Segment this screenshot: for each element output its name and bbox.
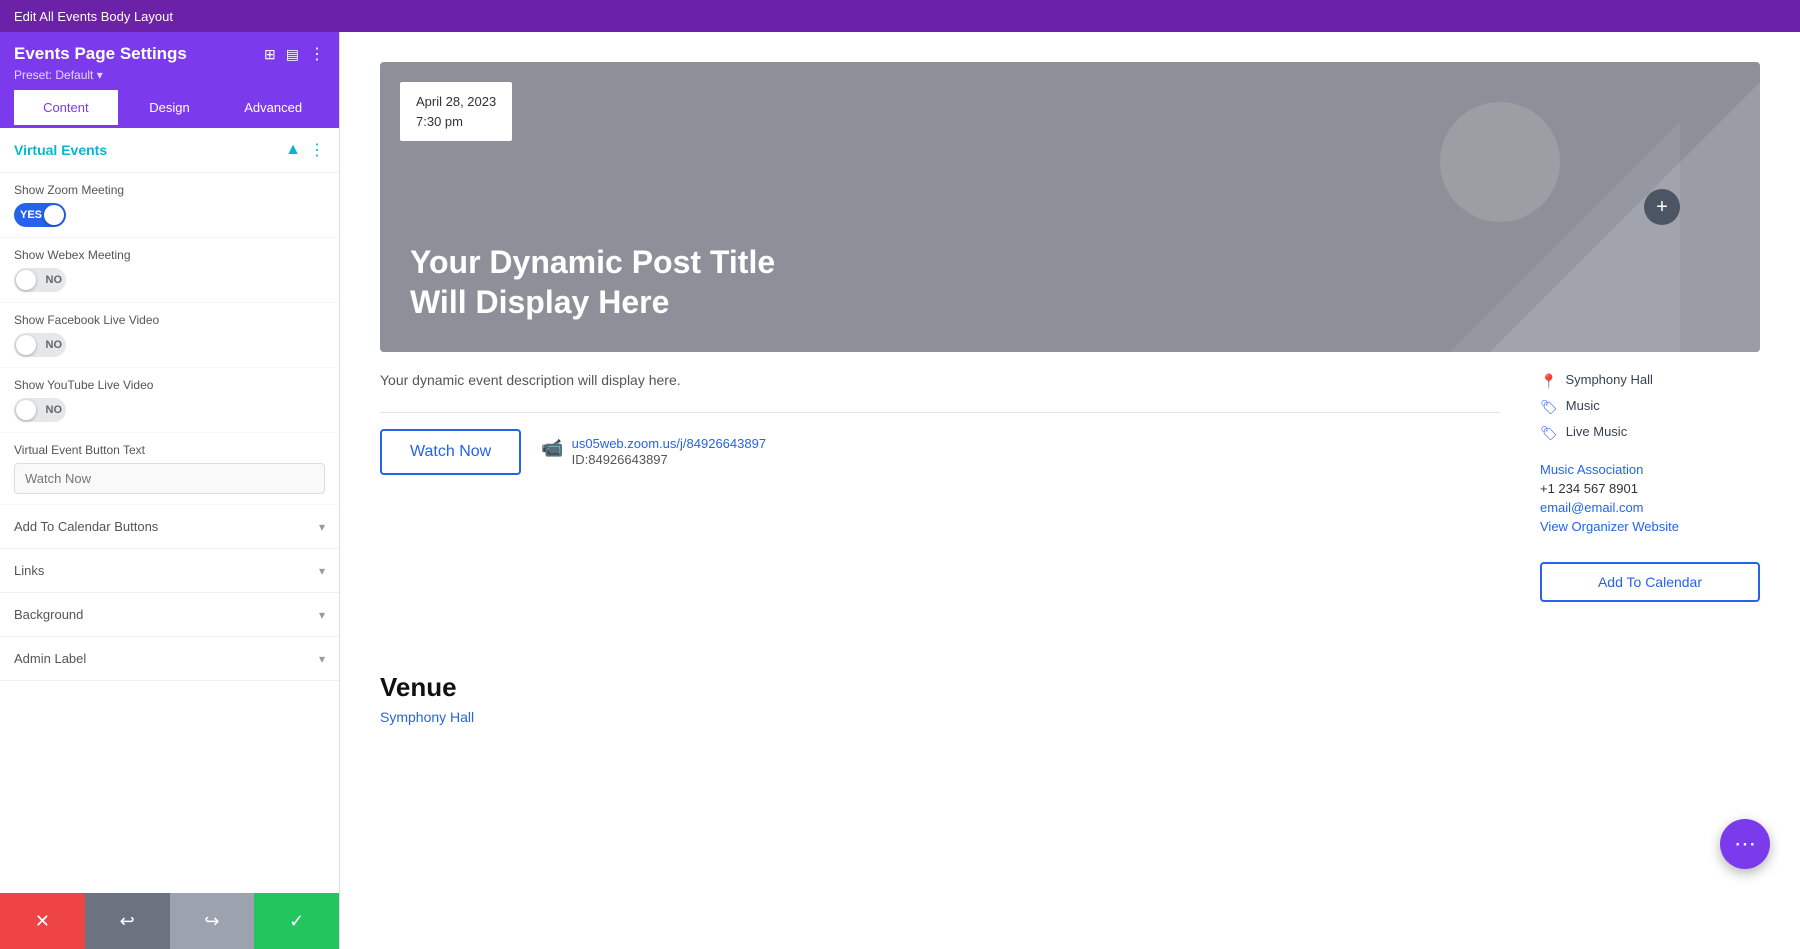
tab-design[interactable]: Design <box>118 90 222 128</box>
chevron-down-icon: ▾ <box>319 520 325 534</box>
virtual-events-title: Virtual Events <box>14 142 107 158</box>
venue-name: Symphony Hall <box>1565 372 1652 387</box>
banner-date-box: April 28, 2023 7:30 pm <box>400 82 512 141</box>
watch-now-button[interactable]: Watch Now <box>380 429 521 475</box>
collapse-icon[interactable]: ▲ <box>285 141 301 159</box>
top-bar-title: Edit All Events Body Layout <box>14 9 173 24</box>
top-bar: Edit All Events Body Layout <box>0 0 1800 32</box>
chevron-down-icon-links: ▾ <box>319 564 325 578</box>
tag-icon-live-music: 🏷 <box>1540 425 1558 442</box>
section-title-actions: ▲ ⋮ <box>285 140 325 160</box>
banner-plus-button[interactable]: + <box>1644 189 1680 225</box>
admin-label: Admin Label <box>14 651 86 666</box>
tag-icon-music: 🏷 <box>1540 399 1558 416</box>
section-more-icon[interactable]: ⋮ <box>309 140 325 160</box>
show-youtube-field: Show YouTube Live Video NO <box>0 368 339 433</box>
virtual-events-section-header: Virtual Events ▲ ⋮ <box>0 128 339 173</box>
venue-section-title: Venue <box>380 672 1760 703</box>
background-label: Background <box>14 607 83 622</box>
banner-triangle-2 <box>1280 122 1680 352</box>
event-main: Your dynamic event description will disp… <box>380 372 1500 602</box>
event-body: Your dynamic event description will disp… <box>380 372 1760 602</box>
content-area: April 28, 2023 7:30 pm Your Dynamic Post… <box>340 32 1800 949</box>
event-banner: April 28, 2023 7:30 pm Your Dynamic Post… <box>380 62 1760 352</box>
sidebar-title-icons: ⊞ ▤ ⋮ <box>264 44 325 64</box>
links-label: Links <box>14 563 44 578</box>
tag-live-music-meta: 🏷 Live Music <box>1540 424 1760 442</box>
zoom-info: 📹 us05web.zoom.us/j/84926643897 ID:84926… <box>541 436 766 469</box>
tab-advanced[interactable]: Advanced <box>221 90 325 128</box>
toggle-knob <box>44 205 64 225</box>
fab-button[interactable]: ⋯ <box>1720 819 1770 869</box>
show-facebook-label: Show Facebook Live Video <box>14 313 325 327</box>
event-sidebar-info: 📍 Symphony Hall 🏷 Music 🏷 Live Music Mus… <box>1540 372 1760 602</box>
banner-title: Your Dynamic Post Title Will Display Her… <box>410 242 810 322</box>
sidebar: Events Page Settings ⊞ ▤ ⋮ Preset: Defau… <box>0 32 340 949</box>
chevron-down-icon-bg: ▾ <box>319 608 325 622</box>
undo-icon: ↩ <box>120 911 135 932</box>
add-to-calendar-button[interactable]: Add To Calendar <box>1540 562 1760 602</box>
organizer-section: Music Association +1 234 567 8901 email@… <box>1540 462 1760 534</box>
tag-music: Music <box>1566 398 1600 413</box>
sidebar-preset[interactable]: Preset: Default ▾ <box>14 68 325 82</box>
venue-link[interactable]: Symphony Hall <box>380 709 474 725</box>
organizer-website-link[interactable]: View Organizer Website <box>1540 519 1760 534</box>
show-youtube-toggle[interactable]: NO <box>14 398 66 422</box>
button-text-label: Virtual Event Button Text <box>14 443 325 457</box>
venue-meta: 📍 Symphony Hall <box>1540 372 1760 390</box>
tag-live-music: Live Music <box>1566 424 1627 439</box>
watch-now-area: Watch Now 📹 us05web.zoom.us/j/8492664389… <box>380 412 1500 475</box>
links-section[interactable]: Links ▾ <box>0 549 339 593</box>
toggle-knob-webex <box>16 270 36 290</box>
sidebar-content: Virtual Events ▲ ⋮ Show Zoom Meeting YES <box>0 128 339 893</box>
button-text-field: Virtual Event Button Text <box>0 433 339 505</box>
zoom-link[interactable]: us05web.zoom.us/j/84926643897 <box>572 436 766 451</box>
show-facebook-toggle[interactable]: NO <box>14 333 66 357</box>
banner-time: 7:30 pm <box>416 112 496 132</box>
show-webex-field: Show Webex Meeting NO <box>0 238 339 303</box>
show-youtube-label: Show YouTube Live Video <box>14 378 325 392</box>
fab-icon: ⋯ <box>1734 831 1756 857</box>
sidebar-tabs: Content Design Advanced <box>14 90 325 128</box>
zoom-id: ID:84926643897 <box>572 452 668 467</box>
location-icon: 📍 <box>1540 373 1557 390</box>
tab-content[interactable]: Content <box>14 90 118 128</box>
show-zoom-field: Show Zoom Meeting YES <box>0 173 339 238</box>
toggle-knob-facebook <box>16 335 36 355</box>
add-to-calendar-section[interactable]: Add To Calendar Buttons ▾ <box>0 505 339 549</box>
organizer-email[interactable]: email@email.com <box>1540 500 1760 515</box>
video-camera-icon: 📹 <box>541 438 563 459</box>
check-icon: ✓ <box>289 911 304 932</box>
undo-button[interactable]: ↩ <box>85 893 170 949</box>
admin-label-section[interactable]: Admin Label ▾ <box>0 637 339 681</box>
organizer-name-link[interactable]: Music Association <box>1540 462 1760 477</box>
chevron-down-icon-admin: ▾ <box>319 652 325 666</box>
background-section[interactable]: Background ▾ <box>0 593 339 637</box>
redo-icon: ↪ <box>204 911 219 932</box>
button-text-input[interactable] <box>14 463 325 494</box>
layout-icon[interactable]: ⊞ <box>264 46 276 63</box>
sidebar-footer: ✕ ↩ ↪ ✓ <box>0 893 339 949</box>
sidebar-title: Events Page Settings <box>14 44 187 64</box>
columns-icon[interactable]: ▤ <box>286 46 299 63</box>
show-zoom-label: Show Zoom Meeting <box>14 183 325 197</box>
venue-section: Venue Symphony Hall <box>380 652 1760 727</box>
redo-button[interactable]: ↪ <box>170 893 255 949</box>
show-zoom-toggle[interactable]: YES <box>14 203 66 227</box>
toggle-knob-youtube <box>16 400 36 420</box>
save-button[interactable]: ✓ <box>254 893 339 949</box>
x-icon: ✕ <box>35 911 50 932</box>
show-webex-toggle[interactable]: NO <box>14 268 66 292</box>
add-to-calendar-label: Add To Calendar Buttons <box>14 519 158 534</box>
cancel-button[interactable]: ✕ <box>0 893 85 949</box>
banner-date: April 28, 2023 <box>416 92 496 112</box>
event-description: Your dynamic event description will disp… <box>380 372 1500 388</box>
tag-music-meta: 🏷 Music <box>1540 398 1760 416</box>
sidebar-header: Events Page Settings ⊞ ▤ ⋮ Preset: Defau… <box>0 32 339 128</box>
show-webex-label: Show Webex Meeting <box>14 248 325 262</box>
show-facebook-field: Show Facebook Live Video NO <box>0 303 339 368</box>
organizer-phone: +1 234 567 8901 <box>1540 481 1760 496</box>
more-icon[interactable]: ⋮ <box>309 44 325 64</box>
